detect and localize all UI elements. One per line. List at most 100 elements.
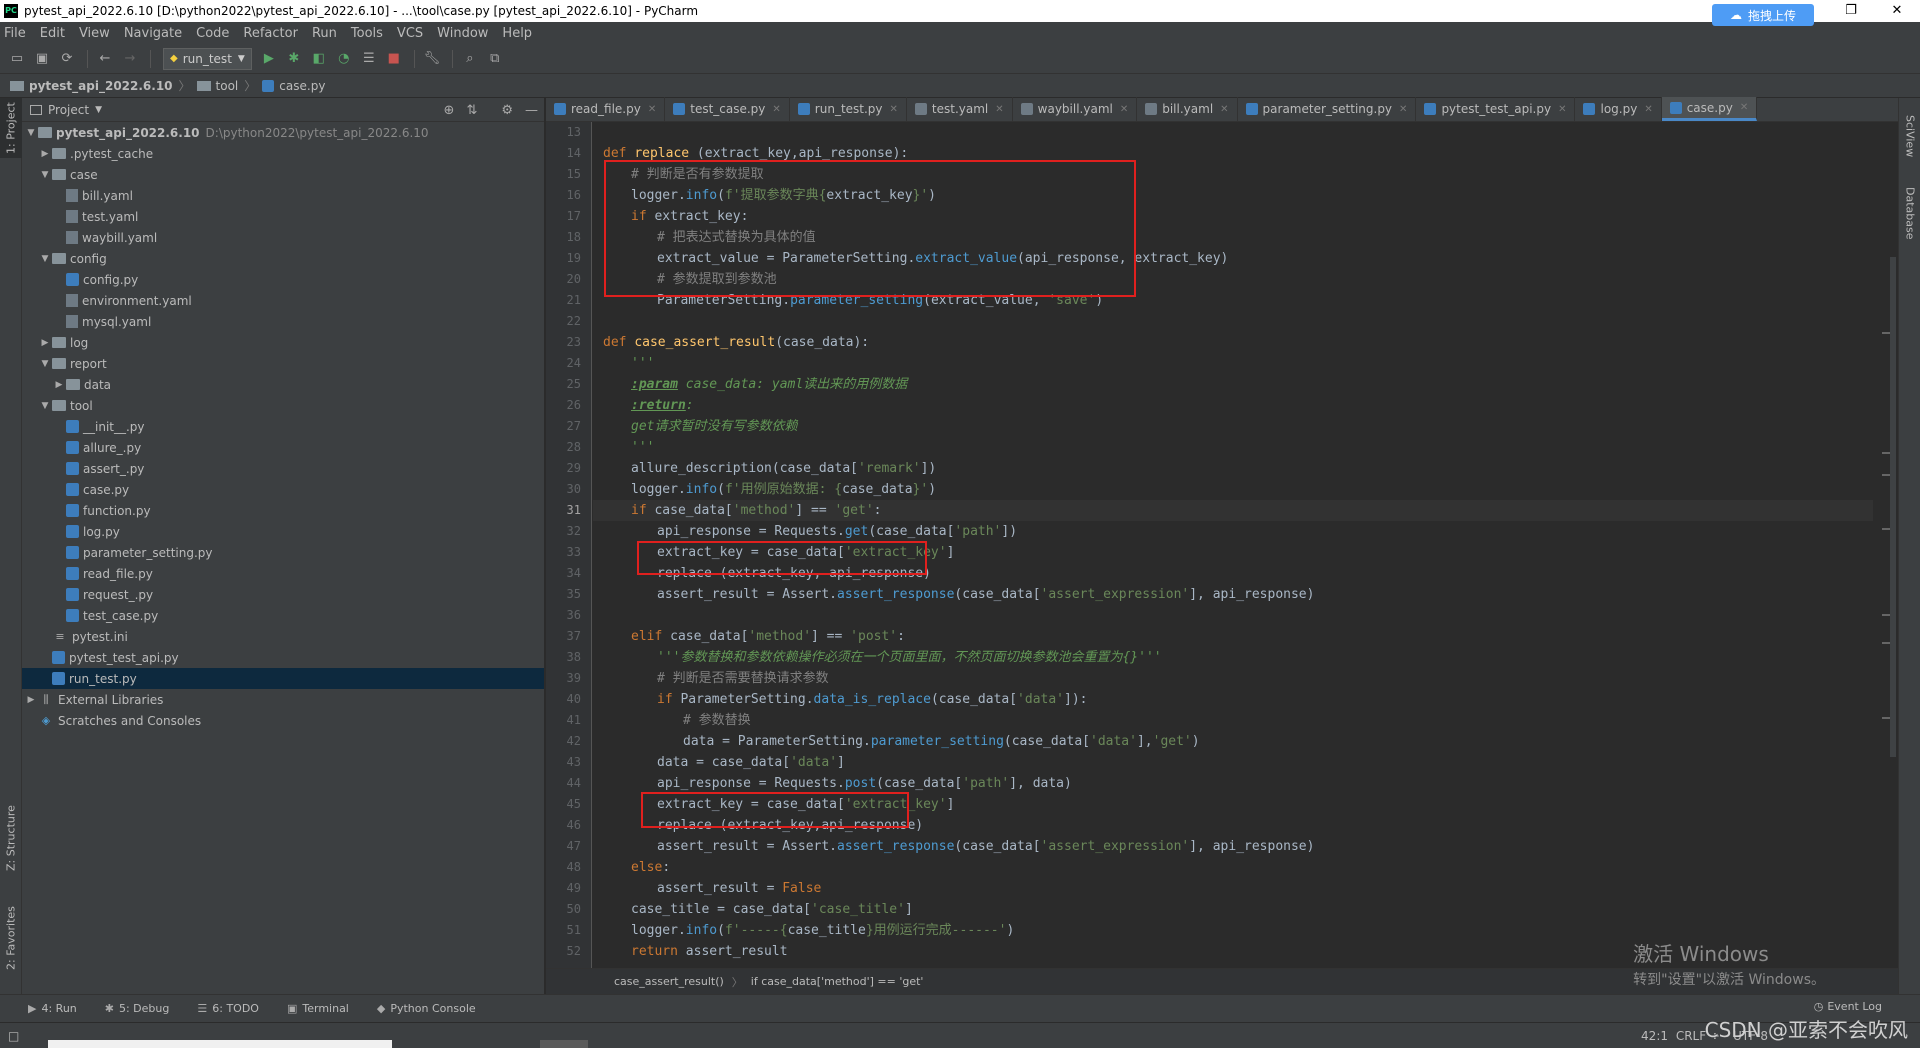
tree-item[interactable]: waybill.yaml bbox=[22, 227, 544, 248]
nav-project[interactable]: pytest_api_2022.6.10 bbox=[29, 79, 173, 93]
tree-item[interactable]: ▶ log bbox=[22, 332, 544, 353]
menu-code[interactable]: Code bbox=[196, 26, 229, 41]
close-button[interactable]: ✕ bbox=[1874, 0, 1920, 22]
profile-icon[interactable]: ◔ bbox=[333, 48, 355, 70]
tab-log[interactable]: log.py ✕ bbox=[1575, 97, 1662, 121]
tab-case[interactable]: case.py ✕ bbox=[1661, 97, 1758, 121]
tool-run[interactable]: ▶ 4: Run bbox=[28, 1002, 77, 1015]
tree-item[interactable]: environment.yaml bbox=[22, 290, 544, 311]
run-config-select[interactable]: ◆ run_test ▼ bbox=[163, 47, 252, 70]
tree-item[interactable]: request_.py bbox=[22, 584, 544, 605]
close-icon[interactable]: ✕ bbox=[1558, 104, 1566, 115]
tree-item[interactable]: ◈ Scratches and Consoles bbox=[22, 710, 544, 731]
hide-icon[interactable]: — bbox=[525, 103, 538, 118]
tab-test-case[interactable]: test_case.py ✕ bbox=[665, 97, 790, 121]
tab-bill-yaml[interactable]: bill.yaml ✕ bbox=[1137, 97, 1238, 121]
tab-test-yaml[interactable]: test.yaml ✕ bbox=[907, 97, 1013, 121]
menu-file[interactable]: File bbox=[4, 26, 26, 41]
tree-item[interactable]: read_file.py bbox=[22, 563, 544, 584]
forward-icon[interactable]: → bbox=[119, 48, 141, 70]
locate-icon[interactable]: ⊕ bbox=[444, 103, 455, 118]
coverage-icon[interactable]: ◧ bbox=[308, 48, 330, 70]
tree-item[interactable]: ▼ config bbox=[22, 248, 544, 269]
tree-item[interactable]: case.py bbox=[22, 479, 544, 500]
tool-todo[interactable]: ☰ 6: TODO bbox=[197, 1002, 259, 1015]
tree-item[interactable]: ▶ data bbox=[22, 374, 544, 395]
run-icon[interactable]: ▶ bbox=[258, 48, 280, 70]
tree-item[interactable]: __init__.py bbox=[22, 416, 544, 437]
tab-favorites[interactable]: 2: Favorites bbox=[0, 898, 22, 978]
tree-item[interactable]: allure_.py bbox=[22, 437, 544, 458]
menu-refactor[interactable]: Refactor bbox=[243, 26, 298, 41]
menu-tools[interactable]: Tools bbox=[351, 26, 383, 41]
status-toggle-icon[interactable]: □ bbox=[8, 1029, 19, 1043]
nav-tool[interactable]: tool bbox=[216, 79, 239, 93]
tree-item[interactable]: ▼ pytest_api_2022.6.10 D:\python2022\pytes… bbox=[22, 122, 544, 143]
breadcrumb-function[interactable]: case_assert_result() bbox=[614, 975, 724, 988]
menu-view[interactable]: View bbox=[79, 26, 110, 41]
tool-python-console[interactable]: ◆ Python Console bbox=[377, 1002, 476, 1015]
close-icon[interactable]: ✕ bbox=[1740, 102, 1748, 113]
tree-item[interactable]: pytest_test_api.py bbox=[22, 647, 544, 668]
back-icon[interactable]: ← bbox=[94, 48, 116, 70]
close-icon[interactable]: ✕ bbox=[1120, 104, 1128, 115]
save-icon[interactable]: ▣ bbox=[31, 48, 53, 70]
menu-vcs[interactable]: VCS bbox=[397, 26, 423, 41]
menu-edit[interactable]: Edit bbox=[40, 26, 65, 41]
tree-item[interactable]: assert_.py bbox=[22, 458, 544, 479]
debug-icon[interactable]: ✱ bbox=[283, 48, 305, 70]
wrench-icon[interactable]: 🔧︎ bbox=[421, 48, 443, 70]
tree-item[interactable]: config.py bbox=[22, 269, 544, 290]
project-view-select[interactable]: Project bbox=[48, 103, 89, 117]
tree-item[interactable]: mysql.yaml bbox=[22, 311, 544, 332]
tree-item[interactable]: log.py bbox=[22, 521, 544, 542]
tab-project[interactable]: 1: Project bbox=[0, 98, 22, 158]
menu-window[interactable]: Window bbox=[437, 26, 488, 41]
tool-debug[interactable]: ✱ 5: Debug bbox=[105, 1002, 170, 1015]
tree-item[interactable]: ≡ pytest.ini bbox=[22, 626, 544, 647]
editor-scrollbar[interactable] bbox=[1874, 122, 1898, 968]
close-icon[interactable]: ✕ bbox=[1644, 104, 1652, 115]
upload-button[interactable]: ☁ 拖拽上传 bbox=[1712, 4, 1814, 26]
code-area[interactable]: def replace (extract_key,api_response): … bbox=[593, 122, 1873, 968]
tab-waybill-yaml[interactable]: waybill.yaml ✕ bbox=[1013, 97, 1138, 121]
close-icon[interactable]: ✕ bbox=[995, 104, 1003, 115]
concurrency-icon[interactable]: ☰ bbox=[358, 48, 380, 70]
close-icon[interactable]: ✕ bbox=[1399, 104, 1407, 115]
breadcrumb-condition[interactable]: if case_data['method'] == 'get' bbox=[751, 975, 924, 988]
tree-item[interactable]: ▶ .pytest_cache bbox=[22, 143, 544, 164]
tab-database[interactable]: Database bbox=[1899, 178, 1920, 248]
tree-item[interactable]: test.yaml bbox=[22, 206, 544, 227]
tool-terminal[interactable]: ▣ Terminal bbox=[287, 1002, 349, 1015]
gear-icon[interactable]: ⚙ bbox=[501, 103, 513, 118]
tree-item[interactable]: ▼ report bbox=[22, 353, 544, 374]
scrollbar-thumb[interactable] bbox=[1890, 257, 1896, 757]
stop-icon[interactable]: ■ bbox=[383, 48, 405, 70]
tab-structure[interactable]: Z: Structure bbox=[0, 798, 22, 878]
menu-help[interactable]: Help bbox=[502, 26, 532, 41]
tab-run-test[interactable]: run_test.py ✕ bbox=[790, 97, 907, 121]
tree-item[interactable]: ▼ case bbox=[22, 164, 544, 185]
tab-sciview[interactable]: SciView bbox=[1899, 106, 1920, 166]
search-icon[interactable]: ⌕ bbox=[459, 48, 481, 70]
tab-pytest-test-api[interactable]: pytest_test_api.py ✕ bbox=[1416, 97, 1576, 121]
nav-case-py[interactable]: case.py bbox=[279, 79, 325, 93]
tree-item[interactable]: parameter_setting.py bbox=[22, 542, 544, 563]
restore-button[interactable]: ❐ bbox=[1828, 0, 1874, 22]
close-icon[interactable]: ✕ bbox=[890, 104, 898, 115]
tree-item[interactable]: run_test.py bbox=[22, 668, 544, 689]
menu-navigate[interactable]: Navigate bbox=[124, 26, 182, 41]
tree-item[interactable]: bill.yaml bbox=[22, 185, 544, 206]
tab-read-file[interactable]: read_file.py ✕ bbox=[546, 97, 666, 121]
close-icon[interactable]: ✕ bbox=[1220, 104, 1228, 115]
tab-parameter-setting[interactable]: parameter_setting.py ✕ bbox=[1238, 97, 1417, 121]
vcs-icon[interactable]: ⧉ bbox=[484, 48, 506, 70]
open-folder-icon[interactable]: ▭ bbox=[6, 48, 28, 70]
tree-item[interactable]: function.py bbox=[22, 500, 544, 521]
tree-item[interactable]: ▼ tool bbox=[22, 395, 544, 416]
cursor-position[interactable]: 42:1 bbox=[1641, 1029, 1668, 1043]
tree-item[interactable]: ▶ ⫼ External Libraries bbox=[22, 689, 544, 710]
sync-icon[interactable]: ⟳ bbox=[56, 48, 78, 70]
collapse-all-icon[interactable]: ⇅ bbox=[466, 103, 477, 118]
menu-run[interactable]: Run bbox=[312, 26, 337, 41]
